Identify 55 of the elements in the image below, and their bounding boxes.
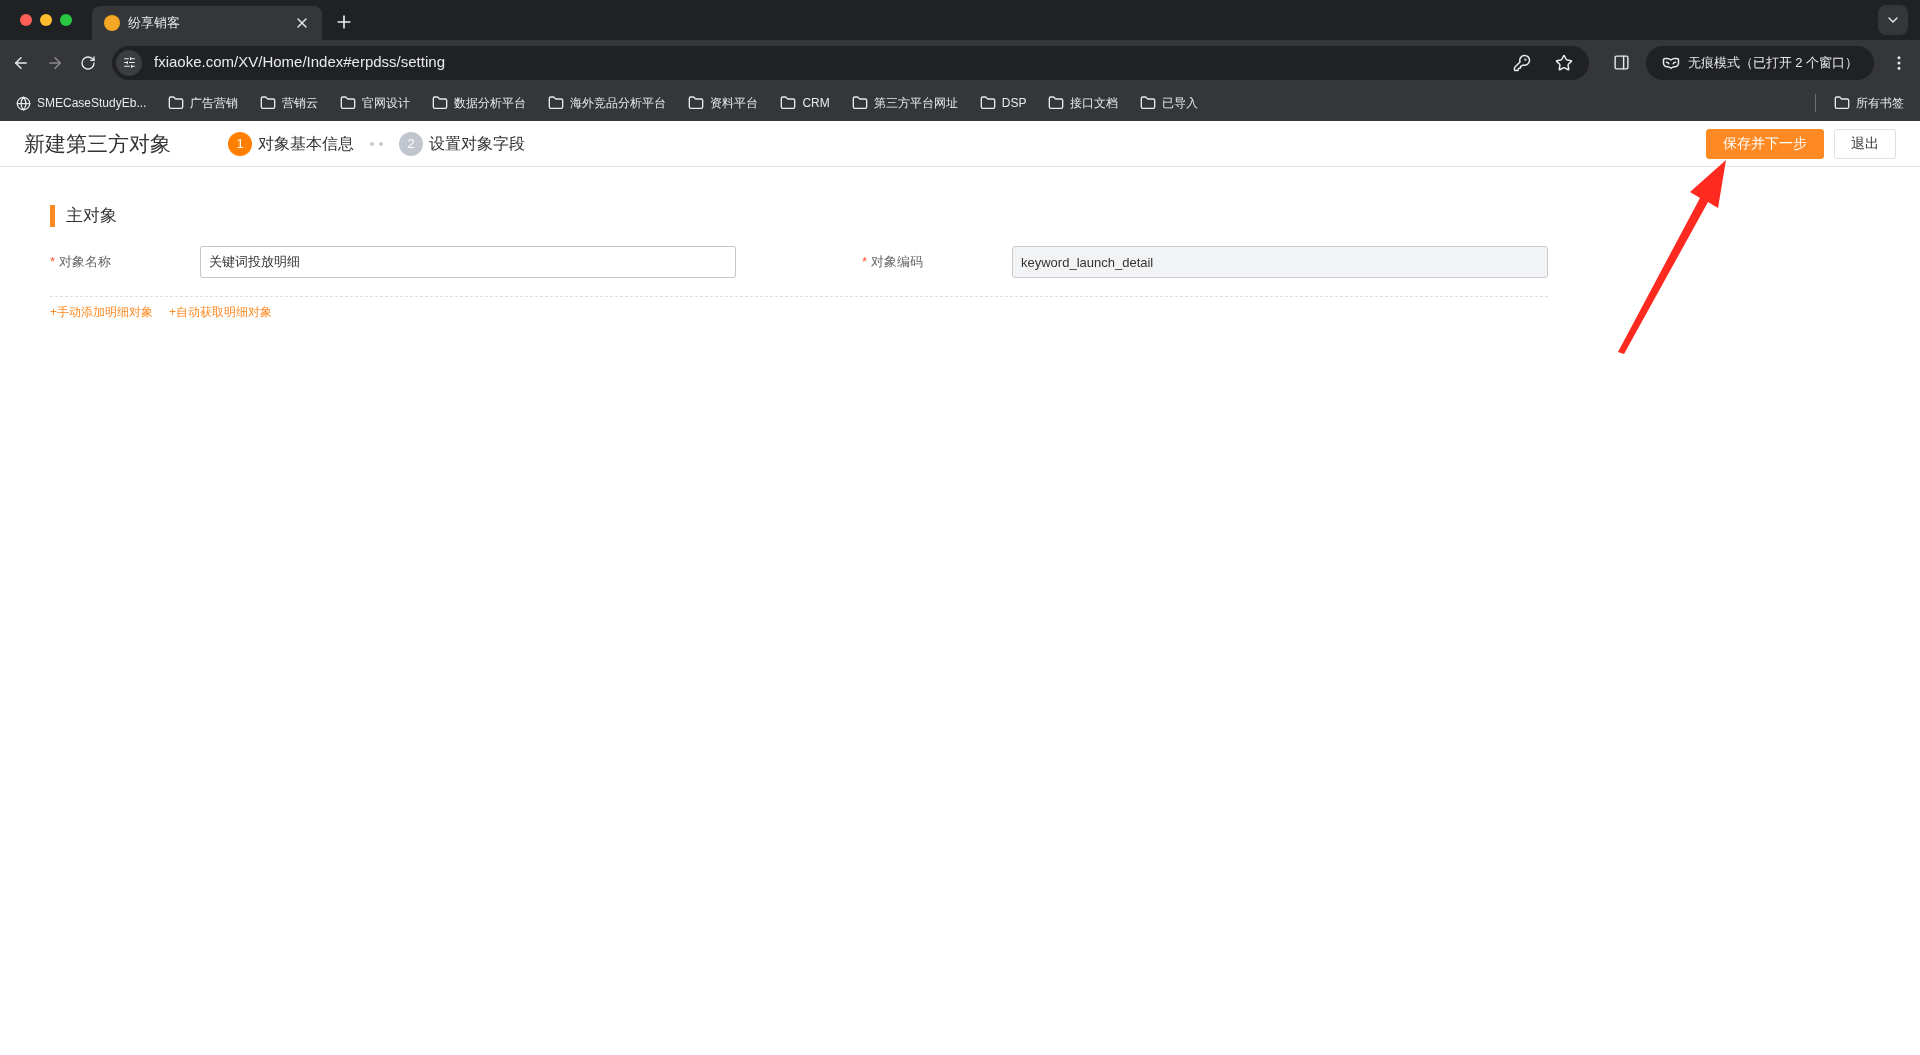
field-label: 对象名称: [59, 253, 112, 272]
globe-icon: [16, 95, 31, 111]
step-separator-icon: [370, 141, 383, 146]
step-number: 1: [228, 131, 252, 156]
bookmark-item[interactable]: 已导入: [1136, 94, 1203, 112]
folder-icon: [168, 95, 185, 111]
reload-icon[interactable]: [80, 54, 96, 71]
url-text: fxiaoke.com/XV/Home/Index#erpdss/setting: [154, 52, 446, 73]
page-title: 新建第三方对象: [24, 130, 172, 157]
bookmark-item[interactable]: 资料平台: [684, 94, 763, 112]
folder-icon: [688, 95, 705, 111]
side-panel-icon[interactable]: [1612, 54, 1630, 71]
bookmark-item[interactable]: CRM: [776, 94, 834, 112]
site-settings-icon: [122, 56, 136, 69]
incognito-profile-button[interactable]: 无痕模式（已打开 2 个窗口）: [1645, 45, 1874, 80]
tab-favicon-icon: [104, 15, 120, 31]
key-icon[interactable]: [1512, 53, 1531, 72]
field-label: 对象编码: [871, 253, 924, 272]
bookmark-item[interactable]: 官网设计: [336, 94, 415, 112]
bookmark-item[interactable]: 营销云: [256, 94, 323, 112]
required-mark: *: [50, 253, 56, 272]
section-title: 主对象: [50, 205, 1548, 227]
step-label: 对象基本信息: [258, 133, 354, 154]
folder-icon: [780, 95, 797, 111]
site-info-button[interactable]: [116, 49, 142, 76]
folder-icon: [1834, 95, 1850, 111]
bookmark-item[interactable]: 第三方平台网址: [847, 94, 962, 112]
folder-icon: [548, 95, 565, 111]
step-number: 2: [399, 131, 423, 156]
bookmark-item[interactable]: DSP: [975, 94, 1031, 112]
bookmark-item[interactable]: 海外竞品分析平台: [544, 94, 671, 112]
folder-icon: [979, 95, 996, 111]
minimize-window-icon[interactable]: [40, 14, 52, 26]
tab-search-button[interactable]: [1878, 5, 1908, 35]
bookmark-item[interactable]: 广告营销: [164, 94, 243, 112]
browser-tab[interactable]: 纷享销客: [92, 6, 322, 40]
address-bar[interactable]: fxiaoke.com/XV/Home/Index#erpdss/setting: [112, 45, 1589, 80]
folder-icon: [432, 95, 449, 111]
tab-title: 纷享销客: [128, 14, 181, 33]
folder-icon: [1140, 95, 1157, 111]
bookmark-item[interactable]: 所有书签: [1830, 94, 1908, 112]
exit-button[interactable]: 退出: [1834, 128, 1896, 159]
maximize-window-icon[interactable]: [60, 14, 72, 26]
folder-icon: [851, 95, 868, 111]
bookmark-item[interactable]: 接口文档: [1044, 94, 1123, 112]
required-mark: *: [862, 253, 868, 272]
folder-icon: [340, 95, 357, 111]
bookmark-item[interactable]: SMECaseStudyEb...: [12, 94, 151, 112]
bookmark-star-icon[interactable]: [1554, 53, 1573, 72]
folder-icon: [260, 95, 277, 111]
text-input[interactable]: 关键词投放明细: [200, 246, 736, 278]
folder-icon: [1048, 95, 1065, 111]
bookmark-item[interactable]: 数据分析平台: [428, 94, 531, 112]
step-label: 设置对象字段: [429, 133, 525, 154]
close-window-icon[interactable]: [20, 14, 32, 26]
